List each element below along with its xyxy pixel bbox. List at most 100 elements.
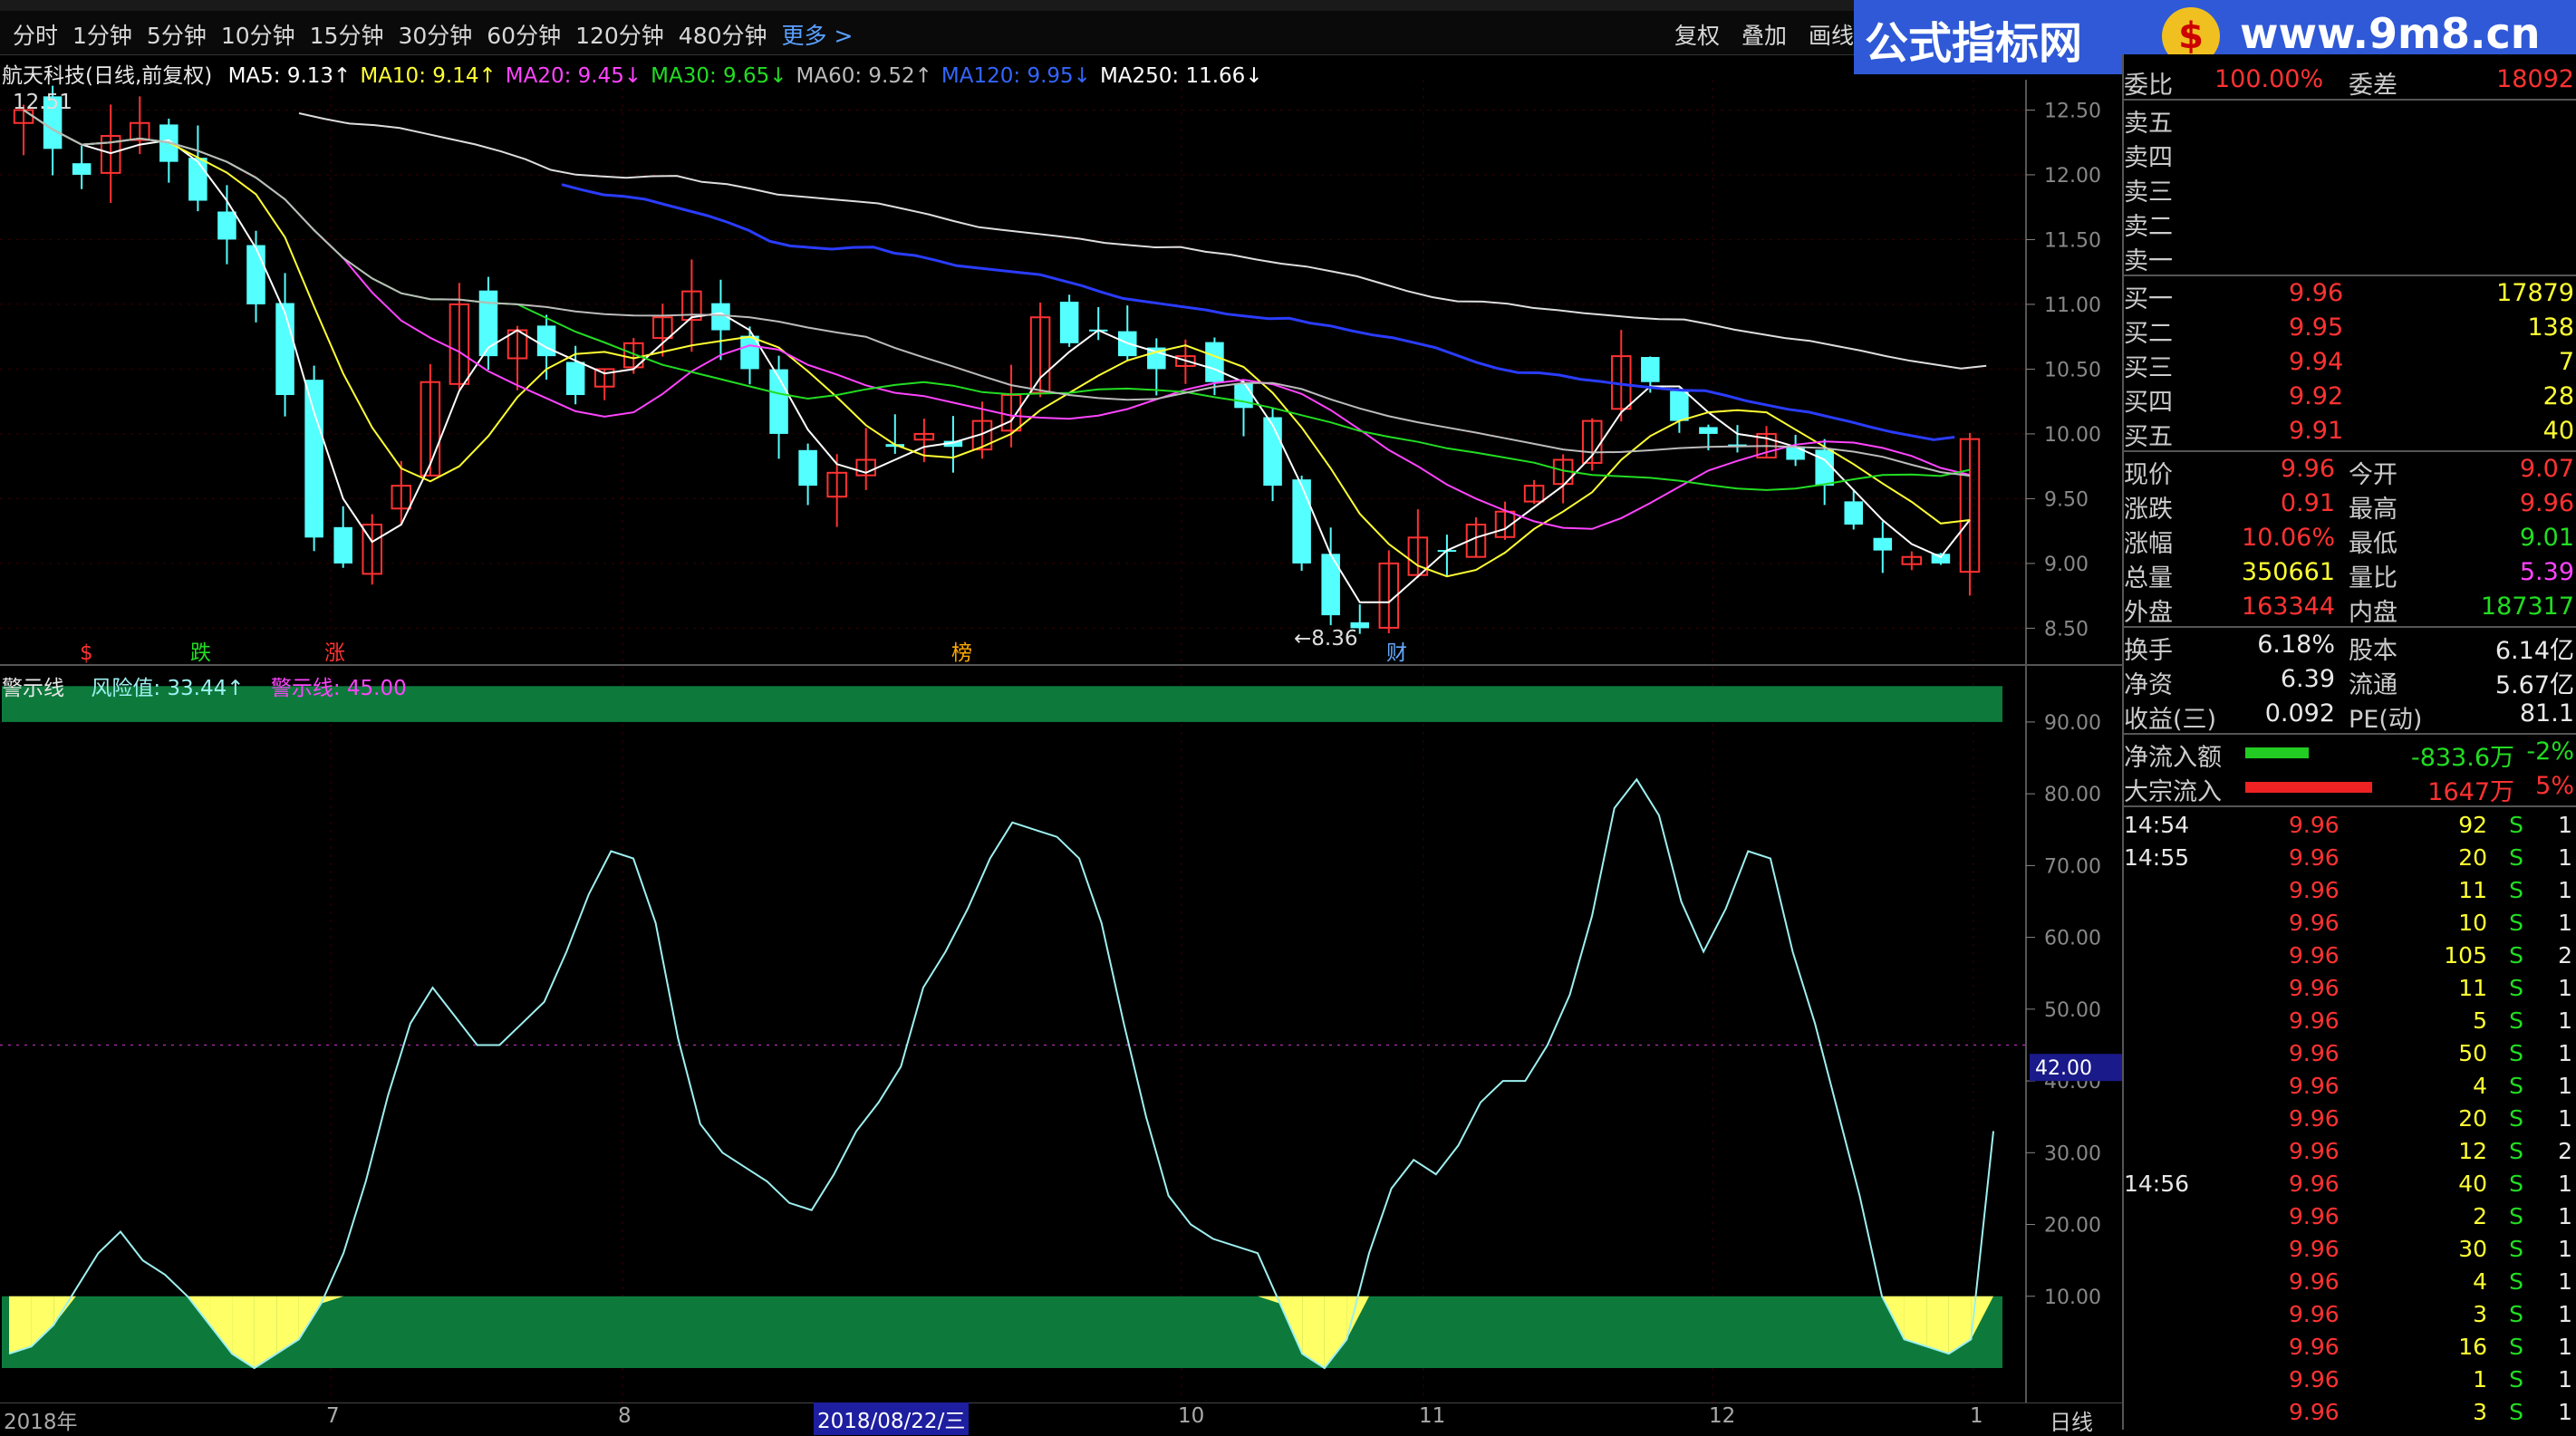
date-axis-label: 11 xyxy=(1419,1404,1446,1428)
bid-row: 买五 9.91 40 xyxy=(2124,415,2576,451)
tick-volume: 11 xyxy=(2458,975,2487,1001)
period-mode[interactable]: 日线 xyxy=(2050,1404,2093,1436)
tick-volume: 12 xyxy=(2458,1138,2487,1164)
price-tick-label: 11.00 xyxy=(2044,294,2101,317)
tick-row: 9.96 50 S 1 xyxy=(2124,1036,2576,1069)
tick-volume: 3 xyxy=(2473,1399,2487,1425)
tick-price: 9.96 xyxy=(2289,1236,2340,1262)
tick-count: 1 xyxy=(2558,910,2572,936)
quote-label: 量比 xyxy=(2349,564,2398,593)
tick-price: 9.96 xyxy=(2289,877,2340,903)
tick-volume: 20 xyxy=(2458,844,2487,871)
ask-label: 卖三 xyxy=(2124,178,2173,207)
tick-count: 2 xyxy=(2558,942,2572,969)
warn-line-label: 警示线: 45.00 xyxy=(270,677,407,700)
tick-row: 14:55 9.96 20 S 1 xyxy=(2124,841,2576,873)
panel-separator xyxy=(2124,99,2576,101)
panel-separator xyxy=(2124,626,2576,628)
tick-row: 9.96 30 S 1 xyxy=(2124,1232,2576,1265)
candle-body xyxy=(478,290,498,357)
date-axis xyxy=(0,1402,2122,1431)
quote-row: 外盘 163344 内盘 187317 xyxy=(2124,591,2576,627)
candle-body xyxy=(1641,357,1660,382)
tick-time: 14:54 xyxy=(2124,812,2190,838)
tick-count: 1 xyxy=(2558,1171,2572,1197)
flow-value: -833.6万 xyxy=(2410,744,2514,772)
tick-volume: 1 xyxy=(2473,1366,2487,1393)
weibi-value: 100.00% xyxy=(2214,65,2324,93)
date-axis-label: 7 xyxy=(326,1404,340,1428)
quote-value: 10.06% xyxy=(2242,524,2335,552)
oversold-fill xyxy=(9,1296,32,1354)
quote-value: 9.96 xyxy=(2519,489,2574,517)
candle-body xyxy=(1059,302,1079,343)
candle-body xyxy=(275,303,294,396)
quote-label: 现价 xyxy=(2124,461,2173,489)
kline-chart[interactable]: 12.50 12.00 11.50 11.00 10.50 10.00 9.50 9.00 8.… xyxy=(0,0,2122,1402)
tick-count: 1 xyxy=(2558,812,2572,838)
candle-body xyxy=(565,361,585,396)
ask-label: 卖二 xyxy=(2124,213,2173,241)
tick-side: S xyxy=(2509,1366,2523,1393)
tick-volume: 50 xyxy=(2458,1040,2487,1066)
candle-body xyxy=(1205,342,1224,382)
ask-row: 卖四 xyxy=(2124,136,2576,172)
risk-value-label: 风险值: 33.44↑ xyxy=(91,677,245,700)
capital-flow-row: 净流入额 -833.6万 -2% xyxy=(2124,736,2576,772)
tick-row: 9.96 1 S 1 xyxy=(2124,1363,2576,1395)
date-axis-label: 12 xyxy=(1709,1404,1736,1428)
brand-url[interactable]: www.9m8.cn xyxy=(2240,9,2540,58)
fund-label: 净资 xyxy=(2124,671,2173,699)
tick-count: 1 xyxy=(2558,1366,2572,1393)
flow-pct: -2% xyxy=(2526,737,2574,766)
quote-label: 最高 xyxy=(2349,496,2398,524)
tick-price: 9.96 xyxy=(2289,1203,2340,1229)
bid-price: 9.94 xyxy=(2289,348,2344,376)
indicator-tick-label: 10.00 xyxy=(2044,1287,2101,1309)
tick-volume: 10 xyxy=(2458,910,2487,936)
candle-body xyxy=(1234,383,1253,409)
tick-time: 14:55 xyxy=(2124,844,2190,871)
bid-label: 买二 xyxy=(2124,320,2173,348)
bid-volume: 138 xyxy=(2527,313,2574,342)
date-axis-label: 1 xyxy=(1970,1404,1983,1428)
ask-label: 卖一 xyxy=(2124,247,2173,275)
tick-count: 1 xyxy=(2558,1334,2572,1360)
tick-count: 1 xyxy=(2558,1301,2572,1327)
tick-count: 1 xyxy=(2558,1203,2572,1229)
bid-volume: 17879 xyxy=(2496,279,2574,307)
tick-price: 9.96 xyxy=(2289,1171,2340,1197)
tick-price: 9.96 xyxy=(2289,975,2340,1001)
fund-label: PE(动) xyxy=(2349,706,2423,734)
fund-label: 流通 xyxy=(2349,671,2398,699)
fund-label: 股本 xyxy=(2349,637,2398,665)
indicator-name: 警示线 xyxy=(2,677,64,700)
tick-count: 1 xyxy=(2558,1007,2572,1034)
high-price-label: 12.51 xyxy=(13,91,72,114)
price-tick-label: 11.50 xyxy=(2044,229,2101,252)
tick-price: 9.96 xyxy=(2289,1138,2340,1164)
ask-label: 卖四 xyxy=(2124,144,2173,172)
tick-count: 1 xyxy=(2558,1105,2572,1132)
price-tick-label: 12.00 xyxy=(2044,165,2101,188)
tick-count: 1 xyxy=(2558,1399,2572,1425)
tick-price: 9.96 xyxy=(2289,1040,2340,1066)
selected-date[interactable]: 2018/08/22/三 xyxy=(814,1402,970,1435)
tick-row: 9.96 11 S 1 xyxy=(2124,873,2576,906)
quote-value: 350661 xyxy=(2241,558,2335,586)
tick-side: S xyxy=(2509,1171,2523,1197)
flow-bar xyxy=(2245,747,2309,758)
tick-volume: 4 xyxy=(2473,1268,2487,1295)
tick-price: 9.96 xyxy=(2289,844,2340,871)
candle-body xyxy=(333,526,352,564)
event-marker: 财 xyxy=(1386,641,1407,665)
candle-body xyxy=(536,325,556,357)
candle-body xyxy=(798,449,817,487)
tick-row: 9.96 4 S 1 xyxy=(2124,1069,2576,1102)
candle-body xyxy=(1292,479,1311,564)
fundamental-row: 净资 6.39 流通 5.67亿 xyxy=(2124,663,2576,699)
tick-count: 2 xyxy=(2558,1138,2572,1164)
quote-label: 涨跌 xyxy=(2124,496,2173,524)
bid-volume: 7 xyxy=(2558,348,2574,376)
flow-label: 大宗流入 xyxy=(2124,778,2222,806)
